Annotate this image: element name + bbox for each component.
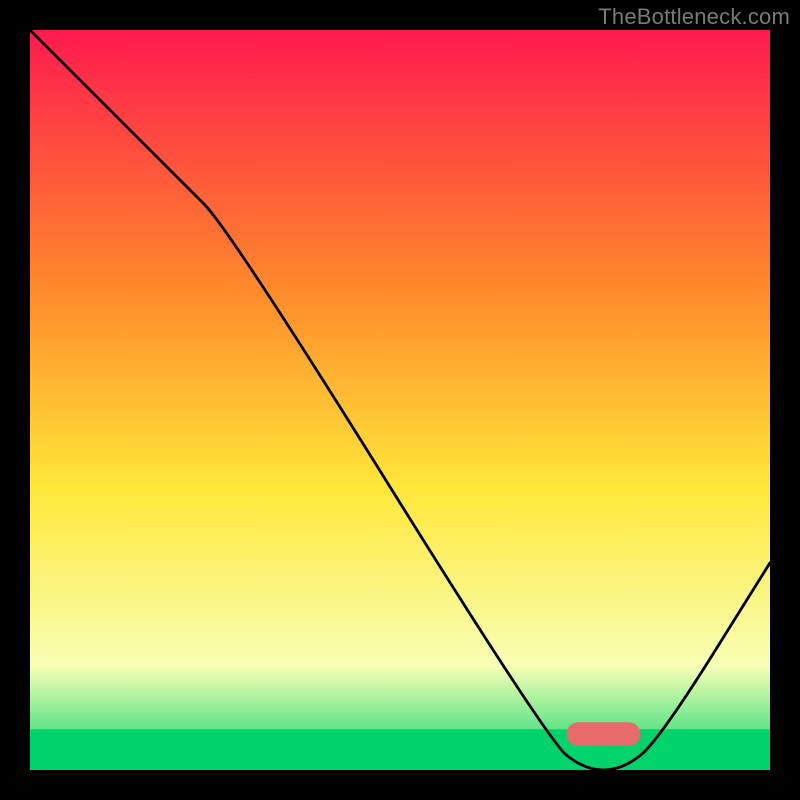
- watermark-text: TheBottleneck.com: [598, 4, 790, 30]
- chart-plot-area: [30, 30, 770, 770]
- chart-svg: [30, 30, 770, 770]
- outer-frame: TheBottleneck.com: [0, 0, 800, 800]
- optimum-marker: [567, 722, 641, 746]
